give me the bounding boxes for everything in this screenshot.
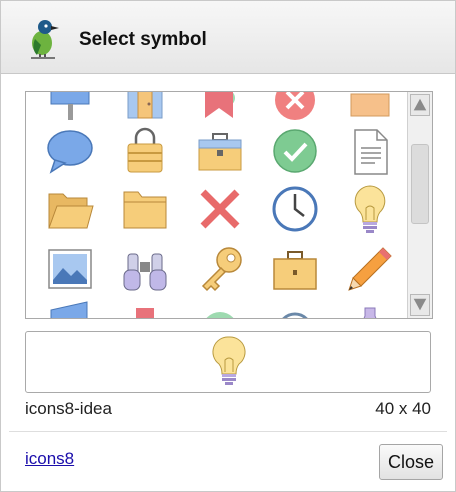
folder-icon[interactable] — [116, 180, 174, 238]
cancel-icon[interactable] — [266, 92, 324, 122]
briefcase-icon[interactable] — [266, 240, 324, 298]
scroll-down-button[interactable] — [410, 294, 430, 316]
toolbox-icon[interactable] — [191, 122, 249, 180]
symbol-grid — [26, 92, 408, 318]
lightbulb-icon — [212, 336, 246, 385]
symbol-preview — [25, 331, 431, 393]
lightbulb-icon[interactable] — [341, 180, 399, 238]
binoculars-icon[interactable] — [116, 240, 174, 298]
symbol-gallery[interactable] — [25, 91, 433, 319]
bird-logo-icon — [31, 20, 59, 59]
shopping-bag-icon[interactable] — [116, 122, 174, 180]
x-mark-icon[interactable] — [191, 180, 249, 238]
landscape-picture-icon[interactable] — [41, 240, 99, 298]
door-icon[interactable] — [116, 92, 174, 122]
sign-icon[interactable] — [41, 92, 99, 122]
icons8-link[interactable]: icons8 — [25, 449, 74, 469]
circle-icon[interactable] — [191, 300, 249, 318]
flask-icon[interactable] — [341, 300, 399, 318]
open-folder-icon[interactable] — [41, 180, 99, 238]
pencil-icon[interactable] — [341, 240, 399, 298]
triangle-down-icon — [413, 298, 427, 311]
document-icon[interactable] — [341, 122, 399, 180]
footer-divider — [9, 431, 447, 432]
card-icon[interactable] — [116, 300, 174, 318]
box-icon[interactable] — [341, 92, 399, 122]
select-symbol-dialog: Select symbol icons8-idea 40 x 40 icons8… — [0, 0, 456, 492]
selected-symbol-size: 40 x 40 — [375, 399, 431, 418]
selected-symbol-name: icons8-idea — [25, 399, 112, 418]
scroll-up-button[interactable] — [410, 94, 430, 116]
bookmark-icon[interactable] — [191, 92, 249, 122]
scroll-thumb[interactable] — [411, 144, 429, 224]
triangle-up-icon — [413, 98, 427, 111]
key-icon[interactable] — [191, 240, 249, 298]
checkmark-icon[interactable] — [266, 122, 324, 180]
clock-icon[interactable] — [266, 180, 324, 238]
speech-bubble-icon[interactable] — [41, 122, 99, 180]
dialog-title: Select symbol — [79, 29, 207, 50]
close-button[interactable]: Close — [379, 444, 443, 480]
dialog-header: Select symbol — [1, 1, 455, 74]
book-icon[interactable] — [41, 300, 99, 318]
magnifier-icon[interactable] — [266, 300, 324, 318]
gallery-scrollbar[interactable] — [407, 92, 432, 318]
